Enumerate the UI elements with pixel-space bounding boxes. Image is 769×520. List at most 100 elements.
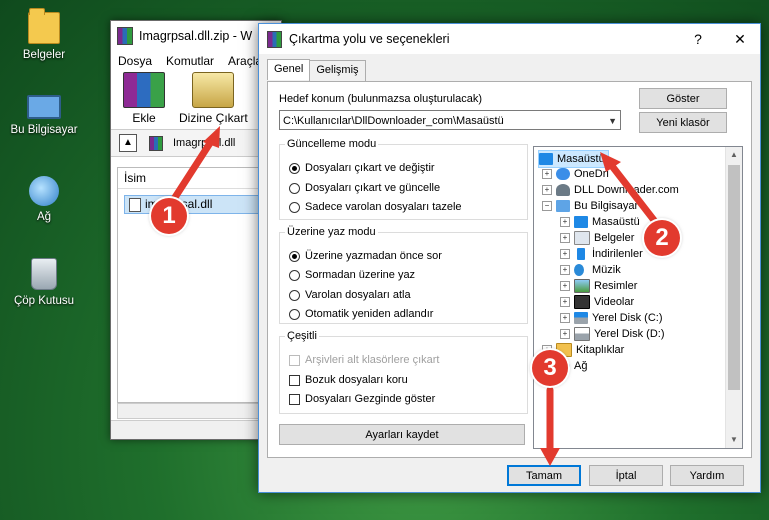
new-folder-button[interactable]: Yeni klasör [639,112,727,133]
tree-item-label: Videolar [594,296,635,308]
overwrite-mode-title: Üzerine yaz modu [287,226,376,238]
tree-item-label: Ağ [574,360,588,372]
add-button[interactable]: Ekle [123,72,165,129]
expand-icon[interactable]: + [560,249,570,259]
option-label: Sormadan üzerine yaz [305,269,416,281]
tree-item-onedrive[interactable]: + OneDri [542,166,609,182]
desktop-icon-documents[interactable]: Belgeler [4,8,84,61]
show-button[interactable]: Göster [639,88,727,109]
winrar-file-list[interactable]: İsim imagrpsal.dll [117,167,281,403]
update-mode-option[interactable]: Dosyaları çıkart ve değiştir [289,162,435,174]
tree-item-drive-c[interactable]: + Yerel Disk (C:) [560,310,663,326]
destination-label: Hedef konum (bulunmazsa oluşturulacak) [279,93,482,105]
desktop-icon-network[interactable]: Ağ [4,176,84,223]
menu-commands[interactable]: Komutlar [159,54,221,68]
tree-item-label: Resimler [594,280,638,292]
overwrite-mode-option[interactable]: Varolan dosyaları atla [289,289,411,301]
overwrite-mode-option[interactable]: Üzerine yazmadan önce sor [289,250,442,262]
tab-advanced[interactable]: Gelişmiş [309,60,366,81]
expand-icon[interactable]: + [542,185,552,195]
tab-general[interactable]: Genel [267,59,311,80]
overwrite-mode-group: Üzerine yaz modu Üzerine yazmadan önce s… [279,226,528,324]
expand-icon[interactable]: + [560,265,570,275]
extract-to-button[interactable]: Dizine Çıkart [179,72,248,129]
add-button-label: Ekle [132,111,156,125]
tree-item-music[interactable]: + Müzik [560,262,621,278]
winrar-window[interactable]: Imagrpsal.dll.zip - W Dosya Komutlar Ara… [110,20,282,440]
computer-icon [27,95,61,119]
update-mode-option[interactable]: Sadece varolan dosyaları tazele [289,201,462,213]
folder-tree[interactable]: Masaüstü + OneDri + DLL Downloader.com − Bu… [533,146,743,449]
extract-dialog[interactable]: Çıkartma yolu ve seçenekleri ? ✕ Genel G… [258,23,761,493]
desktop-icon-recycle-bin[interactable]: Çöp Kutusu [4,258,84,307]
tree-item-drive-d[interactable]: + Yerel Disk (D:) [560,326,665,342]
tree-item-user[interactable]: + DLL Downloader.com [542,182,679,198]
help-button[interactable]: Yardım [670,465,744,486]
option-label: Varolan dosyaları atla [305,289,411,301]
tree-item-downloads[interactable]: + İndirilenler [560,246,643,262]
save-settings-button[interactable]: Ayarları kaydet [279,424,525,445]
winrar-title: Imagrpsal.dll.zip - W [139,29,253,43]
tree-item-videos[interactable]: + Videolar [560,294,634,310]
expand-icon[interactable]: + [560,329,570,339]
expand-icon[interactable]: + [560,281,570,291]
menu-file[interactable]: Dosya [111,54,159,68]
collapse-icon[interactable]: − [542,201,552,211]
archive-path: Imagrpsal.dll [173,137,236,149]
winrar-address-bar: ▲ Imagrpsal.dll [111,130,281,157]
expand-icon[interactable]: + [560,217,570,227]
step-badge-3: 3 [532,350,568,386]
scroll-down-icon[interactable]: ▼ [726,432,742,448]
up-folder-icon[interactable]: ▲ [119,134,137,152]
radio-button[interactable] [289,162,300,174]
radio-button[interactable] [289,308,300,320]
dialog-app-icon [267,30,282,48]
option-label: Üzerine yazmadan önce sor [305,250,442,262]
extract-to-button-label: Dizine Çıkart [179,111,248,125]
archive-icon [149,135,163,151]
tree-scrollbar[interactable]: ▲ ▼ [725,147,742,448]
scroll-thumb[interactable] [728,165,740,390]
radio-button[interactable] [289,201,300,213]
winrar-titlebar[interactable]: Imagrpsal.dll.zip - W [111,21,281,51]
horizontal-scrollbar[interactable] [117,403,281,419]
radio-button[interactable] [289,182,300,194]
chevron-down-icon[interactable]: ▼ [608,111,617,131]
tree-item-pictures[interactable]: + Resimler [560,278,637,294]
radio-button[interactable] [289,250,300,262]
misc-option[interactable]: Bozuk dosyaları koru [289,374,408,386]
tree-item-label: İndirilenler [592,248,643,260]
expand-icon[interactable]: + [542,169,552,179]
expand-icon[interactable]: + [560,233,570,243]
dialog-titlebar[interactable]: Çıkartma yolu ve seçenekleri ? ✕ [259,24,760,54]
overwrite-mode-option[interactable]: Sormadan üzerine yaz [289,269,415,281]
recycle-bin-icon [31,258,57,290]
scroll-up-icon[interactable]: ▲ [726,147,742,163]
tree-item-desktop[interactable]: + Masaüstü [560,214,640,230]
tree-item-this-pc[interactable]: − Bu Bilgisayar [542,198,638,214]
destination-path-combo[interactable]: C:\Kullanıcılar\DllDownloader_com\Masaüs… [279,110,621,130]
computer-icon [556,200,570,212]
step-badge-2: 2 [644,220,680,256]
update-mode-option[interactable]: Dosyaları çıkart ve güncelle [289,182,440,194]
option-label: Arşivleri alt klasörlere çıkart [305,354,440,366]
checkbox[interactable] [289,393,300,405]
column-header-name[interactable]: İsim [118,168,280,189]
desktop-icon-this-pc[interactable]: Bu Bilgisayar [4,95,84,136]
close-button[interactable]: ✕ [720,24,760,54]
user-icon [556,184,570,196]
cancel-button[interactable]: İptal [589,465,663,486]
tree-item-documents[interactable]: + Belgeler [560,230,634,246]
desktop-icon [574,216,588,228]
expand-icon[interactable]: + [560,313,570,323]
overwrite-mode-option[interactable]: Otomatik yeniden adlandır [289,308,433,320]
radio-button[interactable] [289,289,300,301]
radio-button[interactable] [289,269,300,281]
tree-item-label: Yerel Disk (C:) [592,312,663,324]
checkbox[interactable] [289,374,300,386]
drive-icon [574,327,590,341]
help-title-button[interactable]: ? [678,24,718,54]
misc-option[interactable]: Dosyaları Gezginde göster [289,393,435,405]
ok-button[interactable]: Tamam [507,465,581,486]
expand-icon[interactable]: + [560,297,570,307]
